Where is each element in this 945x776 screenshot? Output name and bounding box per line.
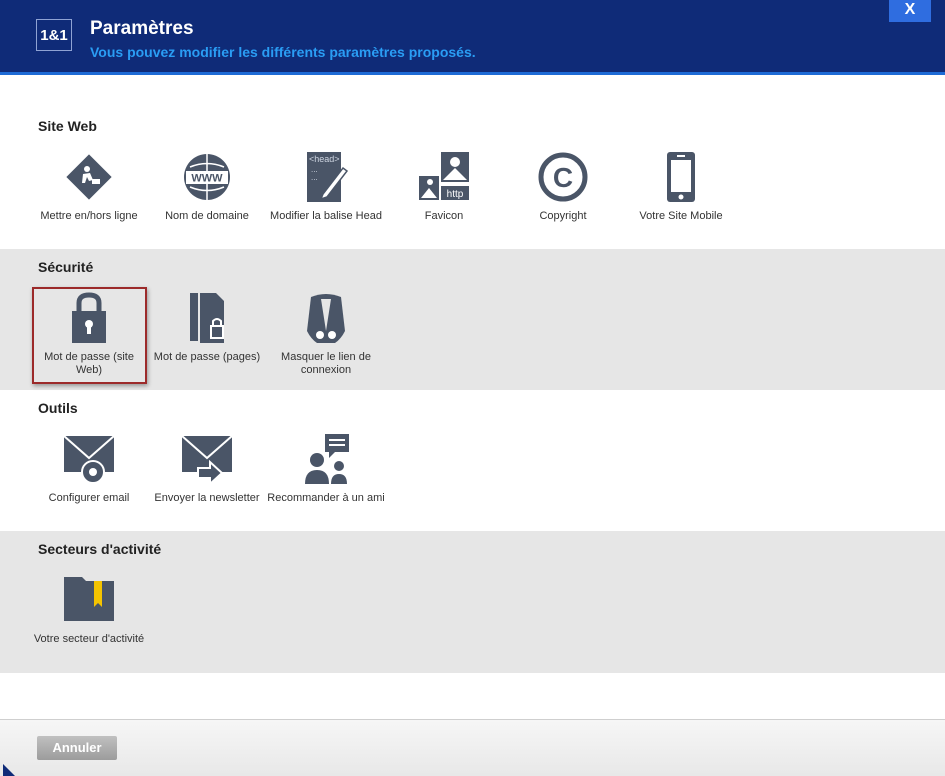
close-icon: X xyxy=(904,1,916,18)
masked-agent-icon xyxy=(307,294,345,343)
item-label: Nom de domaine xyxy=(165,210,249,222)
mobile-phone-icon xyxy=(667,152,695,202)
item-label: Envoyer la newsletter xyxy=(154,492,260,504)
close-button[interactable]: X xyxy=(889,0,931,22)
item-configurer-email[interactable]: Configurer email xyxy=(30,432,148,505)
padlock-icon xyxy=(72,292,106,343)
favicon-image-icon: http xyxy=(419,152,469,200)
folder-bookmark-icon xyxy=(64,577,114,621)
item-label: Favicon xyxy=(424,210,464,222)
cancel-button[interactable]: Annuler xyxy=(37,736,117,760)
item-mot-de-passe-pages[interactable]: Mot de passe (pages) xyxy=(148,291,266,364)
pages-lock-icon xyxy=(190,293,224,343)
dialog-footer: Annuler xyxy=(0,719,945,776)
item-modifier-balise-head[interactable]: <head> ... ... Modifier la balise Head xyxy=(267,150,385,223)
construction-sign-icon xyxy=(66,154,112,200)
item-label: Modifier la balise Head xyxy=(270,210,382,222)
section-title-outils: Outils xyxy=(38,400,78,416)
item-copyright[interactable]: C Copyright xyxy=(504,150,622,223)
item-mettre-en-hors-ligne[interactable]: Mettre en/hors ligne xyxy=(30,150,148,223)
item-label: Votre Site Mobile xyxy=(639,210,723,222)
item-label: Mot de passe (pages) xyxy=(153,351,261,363)
item-label: Mettre en/hors ligne xyxy=(40,210,138,222)
recommend-friend-icon xyxy=(305,434,349,484)
email-send-icon xyxy=(181,435,233,486)
item-label: Configurer email xyxy=(48,492,130,504)
dialog-header: 1&1 Paramètres Vous pouvez modifier les … xyxy=(0,0,945,75)
resize-corner-icon[interactable] xyxy=(3,764,15,776)
dialog-title: Paramètres xyxy=(90,18,194,39)
section-securite: Sécurité Mot de passe (site Web) Mot de … xyxy=(0,249,945,390)
item-favicon[interactable]: http Favicon xyxy=(385,150,503,223)
header-divider xyxy=(0,72,945,75)
item-label: Votre secteur d'activité xyxy=(33,633,145,645)
section-title-site-web: Site Web xyxy=(38,118,97,134)
item-masquer-lien-connexion[interactable]: Masquer le lien de connexion xyxy=(267,291,385,377)
item-label: Mot de passe (site Web) xyxy=(44,351,134,376)
item-label: Recommander à un ami xyxy=(267,492,385,504)
item-nom-de-domaine[interactable]: WWW Nom de domaine xyxy=(148,150,266,223)
item-recommander-ami[interactable]: Recommander à un ami xyxy=(267,432,385,505)
item-label: Copyright xyxy=(539,210,587,222)
section-site-web: Site Web Mettre en/hors ligne WWW Nom de… xyxy=(0,78,945,249)
copyright-icon: C xyxy=(538,152,588,202)
svg-text:WWW: WWW xyxy=(191,173,223,185)
svg-text:C: C xyxy=(553,162,573,193)
section-outils: Outils Configurer email Envoyer la newsl… xyxy=(0,390,945,531)
brand-logo: 1&1 xyxy=(36,19,72,51)
section-title-securite: Sécurité xyxy=(38,259,94,275)
item-votre-site-mobile[interactable]: Votre Site Mobile xyxy=(622,150,740,223)
item-label: Masquer le lien de connexion xyxy=(281,351,371,376)
section-title-secteurs: Secteurs d'activité xyxy=(38,541,162,557)
item-mot-de-passe-site-web[interactable]: Mot de passe (site Web) xyxy=(30,291,148,377)
svg-text:http: http xyxy=(447,189,464,200)
dialog-subtitle: Vous pouvez modifier les différents para… xyxy=(90,44,476,60)
item-votre-secteur-activite[interactable]: Votre secteur d'activité xyxy=(30,573,148,646)
email-settings-icon xyxy=(63,435,115,484)
section-secteurs-activite: Secteurs d'activité Votre secteur d'acti… xyxy=(0,531,945,673)
www-globe-icon: WWW xyxy=(184,154,230,200)
svg-text:<head>: <head> xyxy=(309,154,340,164)
svg-text:...: ... xyxy=(311,173,318,182)
item-envoyer-newsletter[interactable]: Envoyer la newsletter xyxy=(148,432,266,505)
head-tag-edit-icon: <head> ... ... xyxy=(307,152,349,202)
